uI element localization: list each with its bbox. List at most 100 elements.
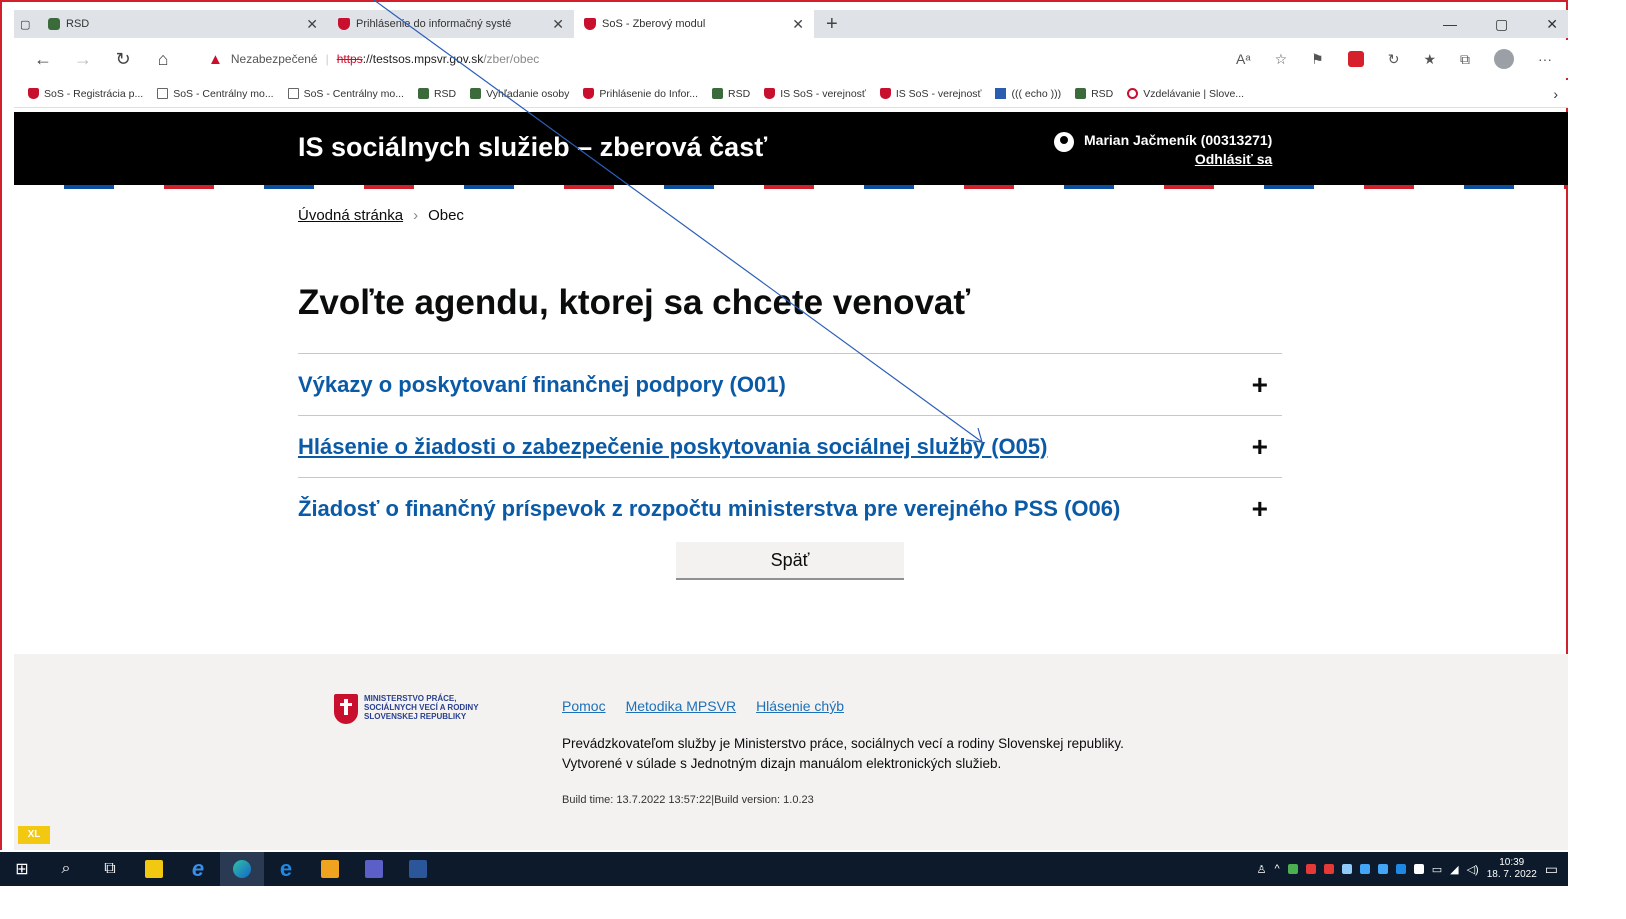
agenda-link-o06[interactable]: Žiadosť o finančný príspevok z rozpočtu … xyxy=(298,496,1120,522)
restore-button[interactable]: ▢ xyxy=(1495,16,1508,33)
minimize-button[interactable]: — xyxy=(1443,16,1457,33)
agenda-link-o01[interactable]: Výkazy o poskytovaní finančnej podpory (… xyxy=(298,372,786,398)
edge-browser-icon[interactable] xyxy=(220,852,264,886)
report-bug-link[interactable]: Hlásenie chýb xyxy=(756,698,844,714)
more-menu-icon[interactable]: ··· xyxy=(1538,51,1552,67)
close-tab-icon[interactable]: ✕ xyxy=(552,16,564,33)
close-window-button[interactable]: ✕ xyxy=(1546,16,1558,33)
bookmark-label: SoS - Centrálny mo... xyxy=(303,87,404,100)
bookmark-item[interactable]: RSD xyxy=(712,88,750,100)
close-tab-icon[interactable]: ✕ xyxy=(306,16,318,33)
browser-toolbar-icons: Aᵃ ☆ ⚑ ↻ ★ ⧉ ··· xyxy=(1236,49,1568,69)
bookmark-item[interactable]: Vzdelávanie | Slove... xyxy=(1127,88,1244,100)
refresh-extension-icon[interactable]: ↻ xyxy=(1388,51,1400,68)
search-icon[interactable]: ⌕ xyxy=(44,852,88,886)
bookmark-item[interactable]: ((( echo ))) xyxy=(995,88,1061,100)
tab-actions-icon[interactable]: ▢ xyxy=(14,10,38,38)
bookmark-label: IS SoS - verejnosť xyxy=(780,87,866,100)
profile-avatar-icon[interactable] xyxy=(1494,49,1514,69)
tab-rsd[interactable]: RSD ✕ xyxy=(38,10,328,38)
word-icon[interactable] xyxy=(396,852,440,886)
tab-sos-zberovy[interactable]: SoS - Zberový modul ✕ xyxy=(574,10,814,38)
page-title: Zvoľte agendu, ktorej sa chcete venovať xyxy=(298,283,971,322)
new-tab-button[interactable]: + xyxy=(814,13,850,36)
teams-icon[interactable] xyxy=(352,852,396,886)
agenda-link-o05[interactable]: Hlásenie o žiadosti o zabezpečenie posky… xyxy=(298,434,1047,460)
bookmark-item[interactable]: Vyhľadanie osoby xyxy=(470,88,569,100)
chevron-up-icon[interactable]: ^ xyxy=(1275,863,1280,875)
footer-design-text: Vytvorené v súlade s Jednotným dizajn ma… xyxy=(562,756,1002,771)
home-icon[interactable]: ⌂ xyxy=(152,49,174,70)
bookmark-label: RSD xyxy=(1091,87,1114,100)
clock[interactable]: 10:39 18. 7. 2022 xyxy=(1487,857,1537,881)
shield-icon xyxy=(879,88,891,99)
bookmark-item[interactable]: IS SoS - verejnosť xyxy=(879,88,981,100)
edge-legacy-icon[interactable]: e xyxy=(264,852,308,886)
accordion-item-o06[interactable]: Žiadosť o finančný príspevok z rozpočtu … xyxy=(298,477,1282,539)
site-header: IS sociálnych služieb – zberová časť Mar… xyxy=(14,112,1568,188)
notification-icon[interactable]: ▭ xyxy=(1545,861,1558,878)
chevron-right-icon: › xyxy=(413,207,419,224)
tray-app-icon[interactable] xyxy=(1413,864,1424,874)
accordion-item-o05[interactable]: Hlásenie o žiadosti o zabezpečenie posky… xyxy=(298,415,1282,477)
bookmark-item[interactable]: SoS - Registrácia p... xyxy=(28,88,143,100)
footer: MINISTERSTVO PRÁCE, SOCIÁLNYCH VECÍ A RO… xyxy=(14,654,1568,850)
read-aloud-icon[interactable]: Aᵃ xyxy=(1236,51,1251,67)
browser-tab-bar: ▢ RSD ✕ Prihlásenie do informačný systé … xyxy=(14,10,1568,38)
plus-icon[interactable]: + xyxy=(1252,493,1282,525)
back-arrow-icon[interactable]: ← xyxy=(32,49,54,70)
bookmark-label: ((( echo ))) xyxy=(1011,87,1062,100)
add-favorite-icon[interactable]: ☆ xyxy=(1275,51,1288,68)
tray-app-icon[interactable] xyxy=(1377,864,1388,874)
methodology-link[interactable]: Metodika MPSVR xyxy=(626,698,736,714)
tray-app-icon[interactable] xyxy=(1323,864,1334,874)
plus-icon[interactable]: + xyxy=(1252,369,1282,401)
tray-app-icon[interactable] xyxy=(1287,864,1298,874)
tray-app-icon[interactable] xyxy=(1341,864,1352,874)
bookmark-item[interactable]: RSD xyxy=(1075,88,1113,100)
task-view-icon[interactable]: ⧉ xyxy=(88,852,132,886)
tab-prihlasenie[interactable]: Prihlásenie do informačný systé ✕ xyxy=(328,10,574,38)
bookmark-item[interactable]: IS SoS - verejnosť xyxy=(764,88,866,100)
forward-arrow-icon[interactable]: → xyxy=(72,49,94,70)
bookmark-item[interactable]: Prihlásenie do Infor... xyxy=(583,88,698,100)
help-link[interactable]: Pomoc xyxy=(562,698,606,714)
signal-icon[interactable]: ◢ xyxy=(1450,863,1458,876)
people-tray-icon[interactable]: ♙ xyxy=(1257,863,1267,876)
plus-icon[interactable]: + xyxy=(1252,431,1282,463)
page-icon xyxy=(287,88,299,99)
shield-icon xyxy=(28,88,39,99)
back-button[interactable]: Späť xyxy=(676,542,904,580)
internet-explorer-icon[interactable]: e xyxy=(176,852,220,886)
people-icon xyxy=(417,88,429,99)
logout-link[interactable]: Odhlásiť sa xyxy=(1195,151,1273,167)
bookmark-item[interactable]: SoS - Centrálny mo... xyxy=(157,88,274,100)
bookmark-item[interactable]: SoS - Centrálny mo... xyxy=(287,87,404,100)
window-controls: — ▢ ✕ xyxy=(1443,16,1568,33)
security-label[interactable]: Nezabezpečené xyxy=(231,52,318,66)
tray-app-icon[interactable] xyxy=(1359,864,1370,874)
site-title[interactable]: IS sociálnych služieb – zberová časť xyxy=(298,132,767,163)
bookmark-item[interactable]: RSD xyxy=(417,88,456,100)
people-icon xyxy=(712,88,724,99)
url-field[interactable]: ▲ Nezabezpečené | https://testsos.mpsvr.… xyxy=(208,51,539,68)
tray-app-icon[interactable] xyxy=(1395,864,1406,874)
outlook-icon[interactable] xyxy=(308,852,352,886)
collections-icon[interactable]: ⧉ xyxy=(1460,51,1470,68)
extension-red-icon[interactable] xyxy=(1347,51,1364,67)
network-icon[interactable]: ▭ xyxy=(1432,863,1442,876)
extension-icon[interactable]: ⚑ xyxy=(1311,51,1324,68)
tray-app-icon[interactable] xyxy=(1305,864,1316,874)
volume-icon[interactable]: ◁) xyxy=(1467,863,1479,876)
ministry-logo[interactable]: MINISTERSTVO PRÁCE, SOCIÁLNYCH VECÍ A RO… xyxy=(334,694,494,724)
file-explorer-icon[interactable] xyxy=(132,852,176,886)
breadcrumb-home-link[interactable]: Úvodná stránka xyxy=(298,207,403,224)
favorites-icon[interactable]: ★ xyxy=(1423,51,1436,68)
chevron-right-icon[interactable]: › xyxy=(1553,86,1568,102)
close-tab-icon[interactable]: ✕ xyxy=(792,16,804,33)
footer-operator-text: Prevádzkovateľom služby je Ministerstvo … xyxy=(562,736,1124,751)
shield-icon xyxy=(583,88,595,99)
accordion-item-o01[interactable]: Výkazy o poskytovaní finančnej podpory (… xyxy=(298,353,1282,415)
windows-start-icon[interactable]: ⊞ xyxy=(0,852,44,886)
refresh-icon[interactable]: ↻ xyxy=(112,49,134,70)
